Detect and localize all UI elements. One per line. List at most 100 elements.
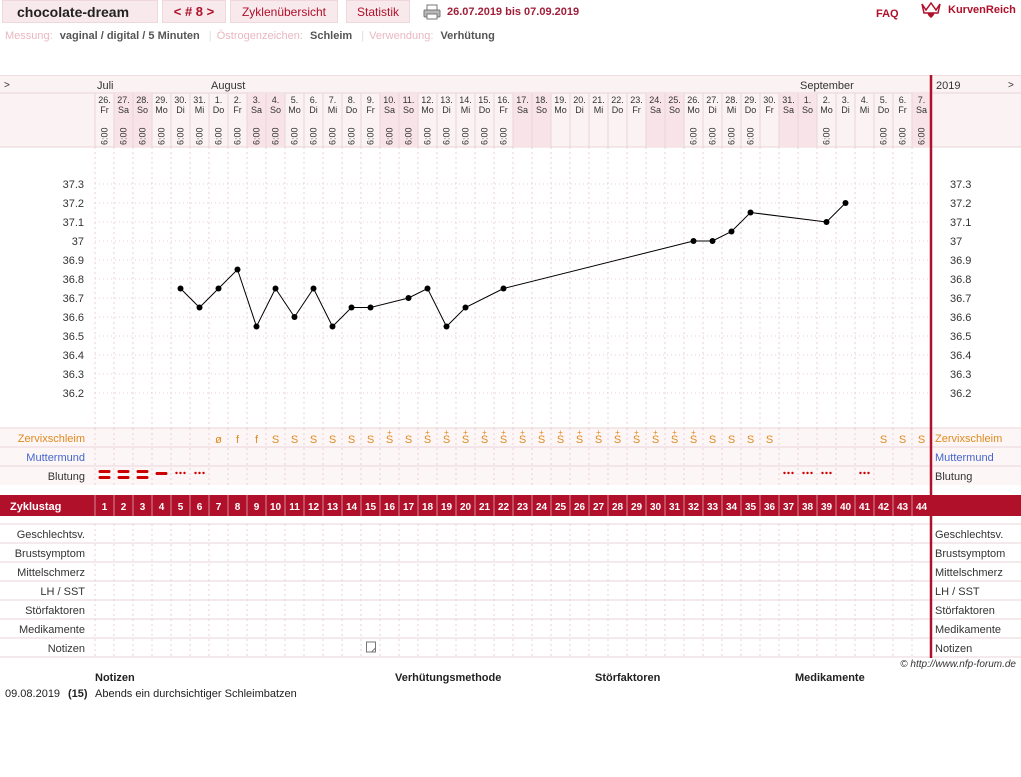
cycle-day-number: 13: [327, 502, 339, 513]
month-label: September: [800, 80, 854, 92]
day-number: 1.: [215, 95, 223, 105]
measure-time: 6:00: [233, 127, 243, 145]
weekday-label: Sa: [118, 105, 129, 115]
faq-link[interactable]: FAQ: [876, 8, 899, 20]
measure-time: 6:00: [499, 127, 509, 145]
estrogen-label: Östrogenzeichen:: [216, 30, 303, 42]
mucus-plus: +: [387, 428, 392, 437]
y-tick-label-right: 36.3: [950, 369, 971, 381]
day-number: 25.: [668, 95, 681, 105]
cycle-day-number: 33: [707, 502, 719, 513]
measure-time: 6:00: [708, 127, 718, 145]
y-tick-label-right: 36.2: [950, 388, 971, 400]
weekday-label: Fr: [100, 105, 109, 115]
bleeding-light: [829, 471, 832, 475]
mucus-plus: +: [520, 428, 525, 437]
bleeding-light: [787, 471, 790, 475]
printer-icon[interactable]: [423, 4, 441, 20]
day-number: 28.: [725, 95, 738, 105]
weekday-label: Fr: [366, 105, 375, 115]
weekday-label: Sa: [916, 105, 927, 115]
measure-time: 6:00: [138, 127, 148, 145]
bleeding-heavy: [117, 470, 130, 473]
weekday-label: Di: [841, 105, 850, 115]
month-label: Juli: [97, 80, 114, 92]
y-tick-label: 36.6: [63, 312, 84, 324]
measure-label: Messung:: [5, 30, 53, 42]
day-number: 4.: [272, 95, 280, 105]
day-number: 27.: [706, 95, 719, 105]
cycle-navigation[interactable]: < # 8 >: [162, 0, 226, 23]
disturbances-header: Störfaktoren: [595, 672, 661, 684]
notes-table-header: Notizen Verhütungsmethode Störfaktoren M…: [0, 672, 1021, 686]
measure-time: 6:00: [404, 127, 414, 145]
weekday-label: Sa: [783, 105, 794, 115]
weekday-label: Mo: [820, 105, 833, 115]
day-number: 31.: [782, 95, 795, 105]
bleeding-light: [202, 471, 205, 475]
day-number: 8.: [348, 95, 356, 105]
cycle-day-number: 26: [574, 502, 586, 513]
weekday-label: Mo: [554, 105, 567, 115]
cycle-day-number: 34: [726, 502, 738, 513]
day-number: 26.: [687, 95, 700, 105]
mucus-mark: S: [367, 434, 374, 446]
day-number: 10.: [383, 95, 396, 105]
temperature-point: [253, 323, 260, 330]
day-number: 15.: [478, 95, 491, 105]
tab-cycle-overview[interactable]: Zyklenübersicht: [230, 0, 338, 23]
measure-time: 6:00: [176, 127, 186, 145]
cycle-day-number: 37: [783, 502, 795, 513]
cycle-day-number: 24: [536, 502, 548, 513]
temperature-point: [177, 285, 184, 292]
copyright: © http://www.nfp-forum.de: [900, 659, 1016, 670]
measure-time: 6:00: [461, 127, 471, 145]
y-tick-label: 36.4: [63, 350, 84, 362]
weekday-label: Di: [575, 105, 584, 115]
temperature-point: [329, 323, 336, 330]
cycle-day-number: 16: [384, 502, 396, 513]
logo-text[interactable]: KurvenReich: [948, 4, 1016, 16]
measure-time: 6:00: [480, 127, 490, 145]
estrogen-value: Schleim: [310, 30, 353, 42]
weekday-label: Sa: [251, 105, 262, 115]
top-bar: chocolate-dream < # 8 > Zyklenübersicht …: [0, 0, 1021, 24]
crown-heart-icon[interactable]: [920, 1, 942, 19]
cycle-day-number: 7: [216, 502, 222, 513]
temperature-point: [424, 285, 431, 292]
day-number: 2.: [234, 95, 242, 105]
day-number: 9.: [367, 95, 375, 105]
mucus-plus: +: [672, 428, 677, 437]
cycle-day-number: 3: [140, 502, 146, 513]
bleeding-light: [821, 471, 824, 475]
day-number: 6.: [310, 95, 318, 105]
symptom-row-label: Brustsymptom: [15, 548, 85, 560]
mucus-plus: +: [691, 428, 696, 437]
y-tick-label-right: 37.2: [950, 198, 971, 210]
measure-time: 6:00: [347, 127, 357, 145]
measure-time: 6:00: [328, 127, 338, 145]
temperature-point: [500, 285, 507, 292]
user-tab[interactable]: chocolate-dream: [2, 0, 158, 23]
weekday-label: Do: [213, 105, 225, 115]
medication-header: Medikamente: [795, 672, 865, 684]
tab-statistics[interactable]: Statistik: [346, 0, 410, 23]
day-number: 12.: [421, 95, 434, 105]
day-number: 23.: [630, 95, 643, 105]
bleeding-heavy: [98, 470, 111, 473]
day-number: 3.: [842, 95, 850, 105]
use-label: Verwendung:: [369, 30, 434, 42]
y-tick-label-right: 37: [950, 236, 962, 248]
weekday-label: Fr: [632, 105, 641, 115]
symptom-row-label-right: Mittelschmerz: [935, 567, 1003, 579]
y-tick-label: 36.9: [63, 255, 84, 267]
day-number: 3.: [253, 95, 261, 105]
temperature-point: [747, 209, 754, 216]
weekday-label: So: [802, 105, 813, 115]
symptom-row-label-right: LH / SST: [935, 586, 980, 598]
notes-header: Notizen: [95, 672, 135, 684]
method-header: Verhütungsmethode: [395, 672, 502, 684]
weekday-label: So: [536, 105, 547, 115]
cycle-chart: >2019 >Juli August September26.Fr6:0027.Sa6…: [0, 75, 1021, 658]
measure-time: 6:00: [366, 127, 376, 145]
